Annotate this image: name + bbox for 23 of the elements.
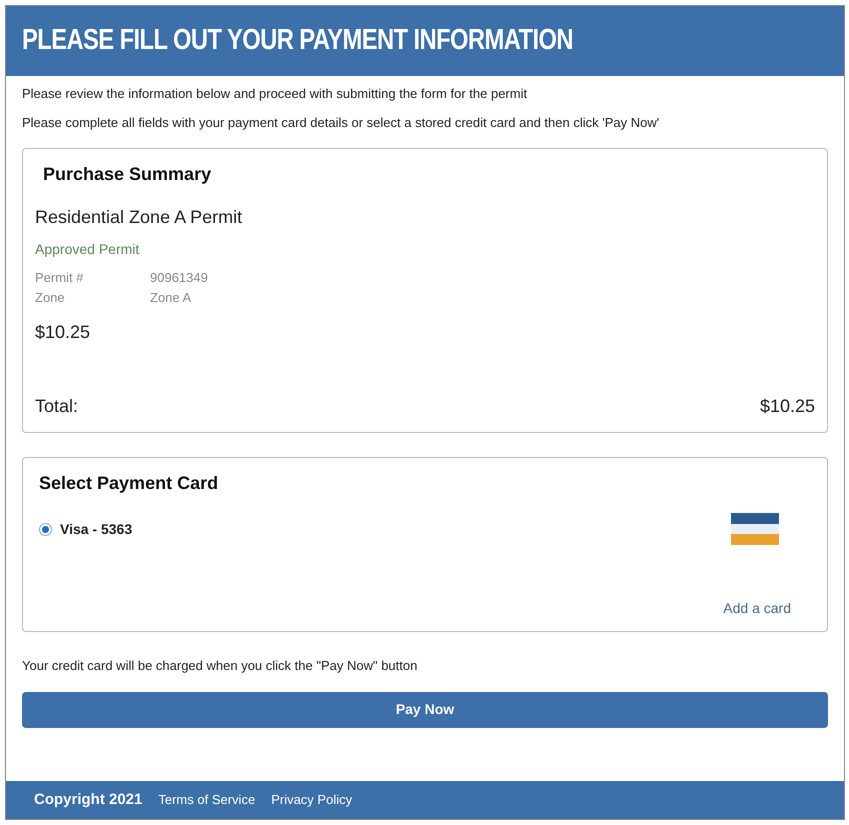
instruction-text: Please complete all fields with your payment card details or select a stored credit card and then click 'Pay Now' [22,114,660,132]
page-title: PLEASE FILL OUT YOUR PAYMENT INFORMATION [22,23,573,58]
pay-now-button[interactable]: Pay Now [22,692,828,728]
card-label: Visa - 5363 [60,520,132,538]
status-text: Approved Permit [35,240,140,259]
item-name: Residential Zone A Permit [35,206,244,229]
footer-link[interactable]: Terms of Service [158,790,256,810]
instruction-text: Please review the information below and proceed with submitting the form for the permit [22,85,528,103]
detail-value: Zone A [150,288,192,306]
section-title: Purchase Summary [42,163,212,186]
total-label: Total: [35,395,78,418]
detail-label: Permit # [35,269,84,287]
notice-text: Your credit card will be charged when you click the "Pay Now" button [22,657,418,675]
total-amount: $10.25 [760,395,815,418]
credit-card-icon [731,513,779,545]
add-card-link[interactable]: Add a card [723,598,791,619]
copyright-text: Copyright 2021 [34,790,142,810]
radio-button[interactable] [39,522,52,536]
detail-label: Zone [35,288,66,306]
footer-link[interactable]: Privacy Policy [271,790,352,810]
section-title: Select Payment Card [39,472,220,495]
detail-value: 90961349 [150,269,208,287]
price: $10.25 [35,321,92,344]
